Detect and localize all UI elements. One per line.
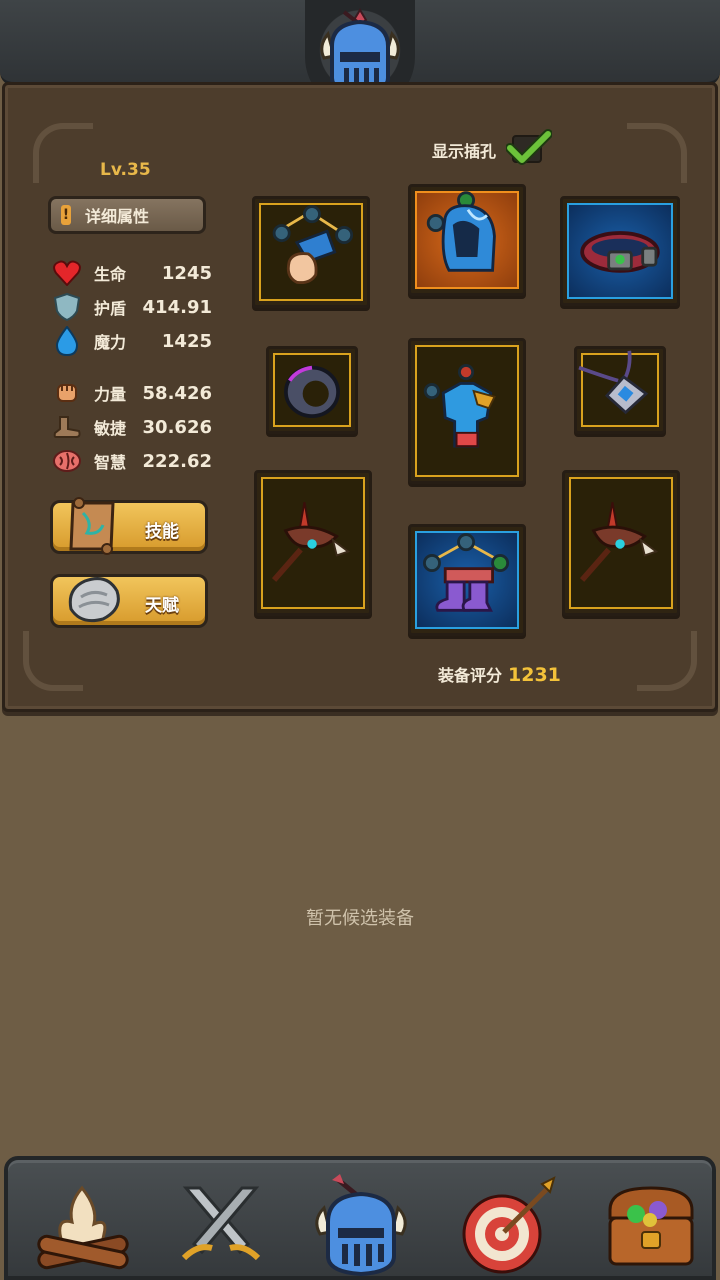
score-value: 1231 <box>508 664 561 686</box>
nav-equipment[interactable] <box>306 1174 416 1278</box>
spiked-weapon-icon <box>579 502 659 582</box>
stat-health: 生命 1245 <box>52 256 212 290</box>
brain-icon <box>52 446 82 476</box>
stat-label: 敏捷 <box>94 419 127 438</box>
amulet-icon <box>578 350 649 415</box>
checkmark-icon <box>506 129 552 165</box>
stat-label: 智慧 <box>94 453 127 472</box>
skills-label: 技能 <box>145 522 179 542</box>
stat-value: 1245 <box>161 262 212 284</box>
stat-mana: 魔力 1425 <box>52 324 212 358</box>
hood-icon <box>426 191 496 272</box>
stat-value: 58.426 <box>142 382 212 404</box>
knight-helmet-icon <box>315 1174 407 1277</box>
stat-shield: 护盾 414.91 <box>52 290 212 324</box>
stat-label: 生命 <box>94 265 127 284</box>
heart-icon <box>52 258 82 288</box>
attribute-stats: 力量 58.426 敏捷 30.626 智慧 222.62 <box>52 376 212 478</box>
campfire-icon <box>37 1185 129 1270</box>
equip-slot-weapon-left[interactable] <box>254 470 372 616</box>
stat-wisdom: 智慧 222.62 <box>52 444 212 478</box>
empty-candidates-message: 暂无候选装备 <box>306 908 414 929</box>
boot-icon <box>52 412 82 442</box>
stat-strength: 力量 58.426 <box>52 376 212 410</box>
equip-slot-gloves[interactable] <box>252 196 370 308</box>
score-label: 装备评分 <box>438 666 503 685</box>
equip-slot-hood[interactable] <box>408 184 526 296</box>
stat-label: 护盾 <box>94 299 127 318</box>
equipment-score: 装备评分 1231 <box>438 662 561 686</box>
armor-icon <box>423 364 496 448</box>
nav-treasure[interactable] <box>596 1174 706 1278</box>
boots-icon <box>422 533 510 612</box>
nav-campfire[interactable] <box>28 1174 138 1278</box>
shield-icon <box>52 292 82 322</box>
scroll-map-icon <box>69 497 115 555</box>
nav-battle[interactable] <box>166 1174 276 1278</box>
stat-value: 222.62 <box>142 450 212 472</box>
equip-slot-bracelet[interactable] <box>560 196 680 306</box>
stat-agility: 敏捷 30.626 <box>52 410 212 444</box>
spiked-weapon-icon <box>271 502 351 582</box>
water-drop-icon <box>52 326 82 356</box>
bracelet-icon <box>580 231 660 273</box>
equip-slot-weapon-right[interactable] <box>562 470 680 616</box>
stat-label: 魔力 <box>94 333 127 352</box>
show-sockets-label: 显示插孔 <box>432 142 497 161</box>
equip-slot-ring[interactable] <box>266 346 358 434</box>
exclamation-icon: ! <box>61 205 71 225</box>
stat-label: 力量 <box>94 385 127 404</box>
character-level: Lv.35 <box>100 160 151 180</box>
bottom-navigation <box>4 1156 716 1280</box>
detail-attributes-button[interactable]: ! 详细属性 <box>48 196 206 234</box>
nav-challenge[interactable] <box>454 1174 564 1278</box>
stat-value: 30.626 <box>142 416 212 438</box>
target-arrows-icon <box>462 1176 556 1274</box>
treasure-chest-icon <box>608 1186 694 1266</box>
ring-icon <box>284 365 340 418</box>
equip-slot-armor[interactable] <box>408 338 526 484</box>
skills-button[interactable]: 技能 <box>50 497 208 555</box>
panel-ornament <box>627 123 687 183</box>
stat-value: 1425 <box>161 330 212 352</box>
equip-slot-amulet[interactable] <box>574 346 666 434</box>
stone-tablet-icon <box>68 577 120 623</box>
crossed-swords-icon <box>181 1186 261 1261</box>
talents-label: 天赋 <box>145 596 179 616</box>
panel-ornament <box>33 123 93 183</box>
gloves-icon <box>272 205 354 285</box>
panel-ornament <box>637 631 697 691</box>
vital-stats: 生命 1245 护盾 414.91 魔力 1425 <box>52 256 212 358</box>
talents-button[interactable]: 天赋 <box>50 574 208 628</box>
detail-attributes-label: 详细属性 <box>85 207 150 226</box>
stat-value: 414.91 <box>142 296 212 318</box>
equip-slot-boots[interactable] <box>408 524 526 636</box>
panel-ornament <box>23 631 83 691</box>
fist-icon <box>52 378 82 408</box>
